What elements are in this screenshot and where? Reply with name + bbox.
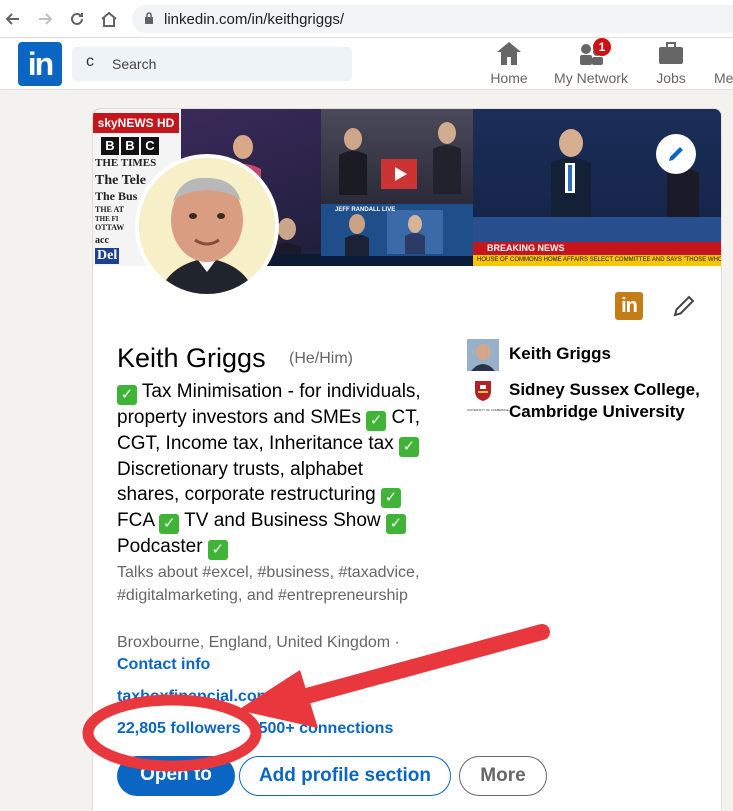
more-button[interactable]: More [459, 756, 547, 796]
news-studio-tile: JEFF RANDALL LIVE [321, 204, 473, 266]
nav-my-network-label: My Network [554, 70, 628, 86]
bbc-logo: BBC [101, 137, 159, 155]
company-name: Keith Griggs [509, 344, 612, 363]
home-icon [497, 42, 521, 65]
reload-icon[interactable] [66, 8, 88, 30]
briefcase-icon [659, 42, 683, 64]
profile-name: Keith Griggs [117, 343, 266, 373]
followers-link[interactable]: 22,805 followers [117, 720, 241, 737]
linkedin-logo-icon[interactable]: in [18, 42, 62, 86]
check-mark-icon: ✓ [385, 514, 406, 534]
contact-info-link[interactable]: Contact info [117, 656, 210, 674]
news-ticker: HOUSE OF COMMONS HOME AFFAIRS SELECT COM… [473, 255, 721, 266]
check-mark-icon: ✓ [366, 411, 387, 431]
add-profile-section-button[interactable]: Add profile section [239, 756, 451, 796]
education-name: Sidney Sussex College, Cambridge Univers… [509, 380, 700, 421]
check-mark-icon: ✓ [381, 488, 402, 508]
education[interactable]: UNIVERSITY OF CAMBRIDGE Sidney Sussex Co… [467, 379, 707, 429]
forward-arrow-icon[interactable] [34, 8, 56, 30]
people-icon: 1 [577, 38, 611, 66]
browser-toolbar: linkedin.com/in/keithgriggs/ [0, 0, 733, 38]
profile-side-info: Keith Griggs UNIVERSITY OF CAMBRIDGE Sid… [467, 339, 707, 429]
search-placeholder: Search [112, 56, 157, 72]
nav-jobs[interactable]: Jobs [654, 40, 688, 88]
nav-my-network[interactable]: 1 My Network [549, 38, 633, 88]
nav-jobs-label: Jobs [656, 70, 686, 86]
url-text: linkedin.com/in/keithgriggs/ [164, 11, 345, 28]
nav-me-label: Me [714, 70, 733, 86]
breaking-news-tile [473, 109, 721, 242]
pencil-icon [669, 147, 683, 161]
card-actions: in [615, 292, 697, 320]
profile-pronouns: (He/Him) [289, 350, 353, 367]
profile-card: skyNEWS HD BBC THE TIMES The Tele The Bu… [92, 108, 722, 811]
back-arrow-icon[interactable] [2, 8, 24, 30]
talks-about: Talks about #excel, #business, #taxadvic… [117, 564, 420, 604]
lock-icon [145, 12, 153, 24]
edit-profile-pencil-icon[interactable] [671, 293, 697, 319]
linkedin-header: in ᴄ Search Home 1 My Network Jobs Me [0, 38, 733, 90]
nav-home-label: Home [490, 70, 528, 86]
external-link-icon [280, 690, 293, 702]
profile-photo[interactable] [135, 154, 279, 298]
nav-home[interactable]: Home [488, 40, 530, 88]
nav-me[interactable]: Me [714, 40, 733, 88]
connections-link[interactable]: 500+ connections [259, 720, 394, 737]
tile-caption: JEFF RANDALL LIVE [335, 207, 396, 213]
check-mark-icon: ✓ [159, 514, 180, 534]
check-mark-icon: ✓ [398, 437, 419, 457]
notification-badge: 1 [593, 38, 611, 56]
website-link[interactable]: taxboxfinancial.com [117, 688, 293, 706]
cambridge-crest-icon: UNIVERSITY OF CAMBRIDGE [467, 379, 509, 412]
check-mark-icon: ✓ [207, 540, 228, 560]
profile-stats: 22,805 followers 500+ connections [117, 720, 411, 738]
open-to-button[interactable]: Open to [117, 756, 235, 796]
profile-location: Broxbourne, England, United Kingdom · [117, 634, 400, 651]
search-loading-icon: ᴄ [86, 53, 94, 70]
current-company[interactable]: Keith Griggs [467, 339, 707, 375]
breaking-news-bar: BREAKING NEWS [473, 242, 721, 255]
linkedin-premium-icon[interactable]: in [615, 292, 643, 320]
profile-photo-image [139, 158, 275, 294]
company-thumbnail [467, 339, 499, 371]
profile-headline: ✓ Tax Minimisation - for individuals, pr… [117, 381, 421, 560]
address-bar[interactable]: linkedin.com/in/keithgriggs/ [132, 5, 733, 33]
home-icon[interactable] [98, 8, 120, 30]
sky-news-logo: skyNEWS HD [93, 113, 179, 133]
check-mark-icon: ✓ [117, 385, 137, 405]
search-input[interactable]: ᴄ Search [72, 47, 352, 81]
interview-tile [321, 109, 473, 204]
edit-banner-button[interactable] [656, 134, 696, 174]
